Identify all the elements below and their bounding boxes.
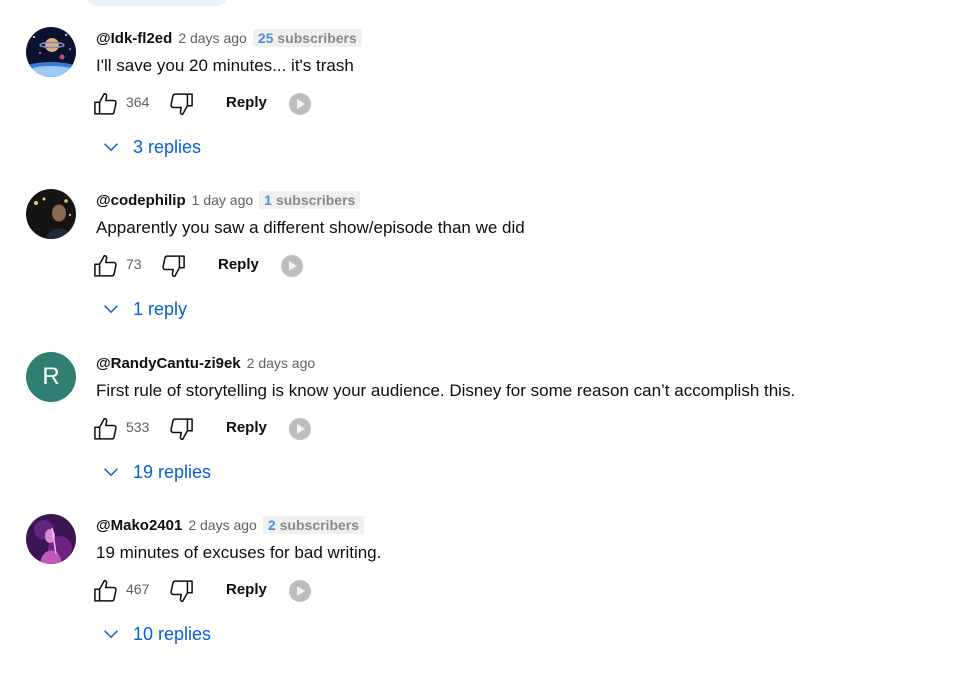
subscriber-count: 1	[264, 192, 272, 208]
like-count: 533	[126, 419, 150, 435]
previous-element-edge	[87, 0, 227, 6]
avatar-letter: R	[42, 363, 60, 390]
author-name[interactable]: @Mako2401	[96, 517, 182, 534]
comment-actions: 73 Reply	[92, 252, 492, 280]
dislike-button[interactable]	[167, 415, 195, 443]
view-replies-button[interactable]: 10 replies	[100, 620, 211, 648]
thumbs-up-icon	[94, 579, 117, 602]
comment-actions: 467 Reply	[92, 577, 492, 605]
neon-figure-avatar-icon	[26, 514, 76, 564]
chevron-down-icon	[104, 468, 118, 477]
comment-header: @RandyCantu-zi9ek 2 days ago	[96, 352, 315, 374]
thumbs-up-icon	[94, 92, 117, 115]
reply-button[interactable]: Reply	[226, 94, 267, 111]
like-count: 364	[126, 94, 150, 110]
view-replies-button[interactable]: 3 replies	[100, 133, 201, 161]
like-button[interactable]	[92, 90, 120, 118]
chevron-down-icon	[104, 305, 118, 314]
dislike-button[interactable]	[159, 252, 187, 280]
replies-label: 19 replies	[133, 461, 212, 482]
author-name[interactable]: @codephilip	[96, 192, 186, 209]
replies-label: 10 replies	[133, 623, 212, 644]
comment-time[interactable]: 2 days ago	[178, 30, 247, 46]
comment-time[interactable]: 1 day ago	[192, 192, 254, 208]
thumbs-down-icon	[170, 580, 193, 603]
space-planet-avatar-icon	[26, 27, 76, 77]
subscriber-badge: 25 subscribers	[252, 29, 362, 47]
comment-text: First rule of storytelling is know your …	[96, 381, 796, 400]
like-button[interactable]	[92, 577, 120, 605]
reply-button[interactable]: Reply	[218, 256, 259, 273]
comment-thread: @Idk-fl2ed 2 days ago 25 subscribers I'll…	[0, 27, 969, 189]
subscriber-label: subscribers	[277, 30, 357, 46]
thumbs-up-icon	[94, 254, 117, 277]
comment-header: @Mako2401 2 days ago 2 subscribers	[96, 514, 365, 536]
subscriber-label: subscribers	[279, 517, 360, 533]
dislike-button[interactable]	[167, 90, 195, 118]
comment-text: 19 minutes of excuses for bad writing.	[96, 543, 382, 562]
comment-thread: R @RandyCantu-zi9ek 2 days ago First rul…	[0, 352, 969, 514]
creator-heart-icon	[289, 93, 311, 115]
thumbs-down-icon	[170, 93, 193, 116]
subscriber-count: 2	[267, 517, 276, 533]
replies-label: 1 reply	[133, 298, 188, 319]
thumbs-down-icon	[170, 418, 193, 441]
comment-thread: @codephilip 1 day ago 1 subscribers Appar…	[0, 189, 969, 351]
creator-heart-icon	[281, 255, 303, 277]
comment-time[interactable]: 2 days ago	[247, 355, 316, 371]
comment-text: Apparently you saw a different show/epis…	[96, 218, 525, 237]
avatar[interactable]	[26, 514, 76, 564]
creator-heart-icon	[289, 418, 311, 440]
author-name[interactable]: @RandyCantu-zi9ek	[96, 355, 241, 372]
avatar[interactable]: R	[26, 352, 76, 402]
thumbs-down-icon	[162, 255, 185, 278]
like-button[interactable]	[92, 252, 120, 280]
comment-actions: 533 Reply	[92, 415, 492, 443]
like-count: 467	[126, 581, 150, 597]
subscriber-badge: 1 subscribers	[259, 191, 361, 209]
view-replies-button[interactable]: 1 reply	[100, 295, 187, 323]
subscriber-label: subscribers	[275, 192, 356, 208]
like-button[interactable]	[92, 415, 120, 443]
comment-time[interactable]: 2 days ago	[188, 517, 257, 533]
comment-text: I'll save you 20 minutes... it's trash	[96, 56, 354, 75]
avatar[interactable]	[26, 27, 76, 77]
comment-header: @Idk-fl2ed 2 days ago 25 subscribers	[96, 27, 362, 49]
chevron-down-icon	[104, 630, 118, 639]
reply-button[interactable]: Reply	[226, 581, 267, 598]
author-name[interactable]: @Idk-fl2ed	[96, 30, 172, 47]
reply-button[interactable]: Reply	[226, 419, 267, 436]
subscriber-badge: 2 subscribers	[262, 516, 365, 534]
replies-label: 3 replies	[133, 136, 202, 157]
comment-header: @codephilip 1 day ago 1 subscribers	[96, 189, 361, 211]
chevron-down-icon	[104, 143, 118, 152]
thumbs-up-icon	[94, 417, 117, 440]
avatar[interactable]	[26, 189, 76, 239]
dislike-button[interactable]	[167, 577, 195, 605]
creator-heart-icon	[289, 580, 311, 602]
person-photo-avatar-icon	[26, 189, 76, 239]
view-replies-button[interactable]: 19 replies	[100, 458, 211, 486]
comment-actions: 364 Reply	[92, 90, 492, 118]
comment-thread: @Mako2401 2 days ago 2 subscribers 19 min…	[0, 514, 969, 676]
like-count: 73	[126, 256, 142, 272]
subscriber-count: 25	[257, 30, 274, 46]
